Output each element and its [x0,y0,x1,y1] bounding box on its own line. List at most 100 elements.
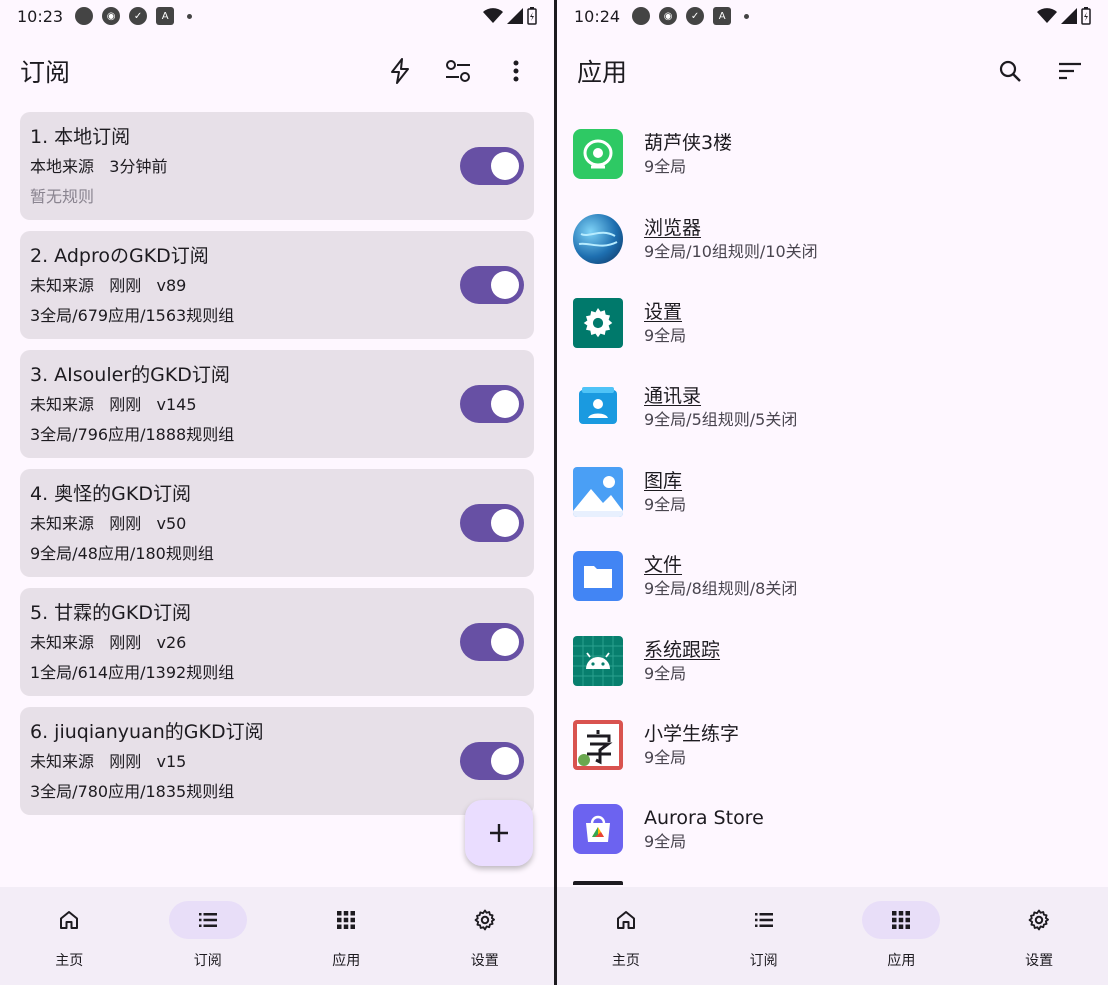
app-list-item[interactable]: 图库 9全局 [573,450,1108,534]
subscription-list: 1. 本地订阅 本地来源 3分钟前 暂无规则 2. AdproのGKD订阅 未知… [20,112,534,826]
subscription-toggle[interactable] [460,266,524,304]
add-subscription-button[interactable] [465,800,533,866]
notification-check-icon: ✓ [686,7,705,25]
subscription-toggle[interactable] [460,385,524,423]
app-rule-summary: 9全局/8组规则/8关闭 [644,579,798,599]
partial-app-icon [573,880,623,885]
status-bar: 10:23 ◉ ✓ A [0,0,554,32]
subscription-card[interactable]: 6. jiuqianyuan的GKD订阅 未知来源 刚刚 v15 3全局/780… [20,707,534,815]
filter-settings-button[interactable] [440,53,476,89]
subscriptions-screen: 10:23 ◉ ✓ A 订阅 1. 本地订阅 本地来源 3分钟前 暂无规则 2.… [0,0,554,985]
toggle-knob [491,747,519,775]
wifi-icon [1037,8,1057,23]
app-name: 图库 [644,469,683,492]
subscription-card[interactable]: 1. 本地订阅 本地来源 3分钟前 暂无规则 [20,112,534,220]
gear-icon [473,908,497,932]
app-list-item[interactable]: 浏览器 9全局/10组规则/10关闭 [573,196,1108,280]
nav-item-apps[interactable]: 应用 [833,887,971,985]
more-options-button[interactable] [498,53,534,89]
notification-circle-icon [632,7,651,25]
nav-item-home[interactable]: 主页 [0,887,139,985]
app-list-item[interactable]: 系统跟踪 9全局 [573,618,1108,702]
status-time: 10:24 [574,6,621,26]
wifi-icon [483,8,503,23]
app-name: 小学生练字 [644,722,740,745]
nav-label: 应用 [887,953,916,969]
subscription-name: 1. 本地订阅 [30,126,131,148]
app-rule-summary: 9全局 [644,832,687,852]
contacts-icon [573,382,623,432]
app-list-item[interactable]: 文件 9全局/8组规则/8关闭 [573,534,1108,618]
subscription-stats: 3全局/679应用/1563规则组 [30,306,235,325]
nav-item-subscriptions[interactable]: 订阅 [695,887,833,985]
toggle-knob [491,152,519,180]
bottom-navigation: 主页 订阅 应用 设置 [0,887,554,985]
app-name: 文件 [644,554,683,577]
search-button[interactable] [992,53,1028,89]
app-name: 通讯录 [644,385,702,408]
more-notifications-dot [744,13,750,19]
signal-icon [507,8,523,24]
apps-grid-icon [334,908,358,932]
sort-button[interactable] [1052,53,1088,89]
subscription-meta: 本地来源 3分钟前 [30,157,168,176]
notification-a-icon: A [156,7,175,25]
nav-label: 订阅 [193,953,222,969]
more-vert-icon [513,60,519,82]
subscription-name: 3. AIsouler的GKD订阅 [30,364,230,386]
subscription-toggle[interactable] [460,742,524,780]
flash-icon [391,58,409,84]
subscription-meta: 未知来源 刚刚 v26 [30,633,187,652]
nav-item-home[interactable]: 主页 [557,887,695,985]
subscription-card[interactable]: 4. 奥怪的GKD订阅 未知来源 刚刚 v50 9全局/48应用/180规则组 [20,469,534,577]
subscription-card[interactable]: 2. AdproのGKD订阅 未知来源 刚刚 v89 3全局/679应用/156… [20,231,534,339]
app-name: 系统跟踪 [644,638,721,661]
subscription-card[interactable]: 5. 甘霖的GKD订阅 未知来源 刚刚 v26 1全局/614应用/1392规则… [20,588,534,696]
apps-screen: 10:24 ◉ ✓ A 应用 葫芦侠3楼 9全局 浏览器 9全局/10组规则/1… [554,0,1108,985]
globe-icon [573,213,623,264]
settings-gear-icon [573,297,623,348]
app-rule-summary: 9全局/10组规则/10关闭 [644,241,818,261]
notification-circle-icon [75,7,94,25]
nav-item-subscriptions[interactable]: 订阅 [139,887,278,985]
app-rule-summary: 9全局 [644,325,687,345]
app-rule-summary: 9全局/5组规则/5关闭 [644,410,798,430]
toggle-knob [491,390,519,418]
notification-check-icon: ✓ [129,7,148,25]
subscription-stats: 1全局/614应用/1392规则组 [30,663,235,682]
subscription-toggle[interactable] [460,147,524,185]
subscription-stats: 3全局/796应用/1888规则组 [30,425,235,444]
nav-label: 主页 [611,953,640,969]
toggle-knob [491,628,519,656]
notification-a-icon: A [713,7,732,25]
app-name: Aurora Store [644,807,764,830]
gear-icon [1027,908,1051,932]
app-list-item[interactable]: 设置 9全局 [573,281,1108,365]
zi-character-icon [573,719,623,770]
app-name: 设置 [644,300,683,323]
app-list-item[interactable]: 通讯录 9全局/5组规则/5关闭 [573,365,1108,449]
subscription-stats: 暂无规则 [30,187,95,206]
app-list-item[interactable]: 小学生练字 9全局 [573,703,1108,787]
nav-item-settings[interactable]: 设置 [416,887,555,985]
status-time: 10:23 [17,6,64,26]
nav-item-settings[interactable]: 设置 [970,887,1108,985]
subscription-card[interactable]: 3. AIsouler的GKD订阅 未知来源 刚刚 v145 3全局/796应用… [20,350,534,458]
app-list-item[interactable]: 葫芦侠3楼 9全局 [573,112,1108,196]
subscription-toggle[interactable] [460,623,524,661]
app-name: 浏览器 [644,216,702,239]
page-title: 订阅 [20,58,71,87]
bottom-navigation: 主页 订阅 应用 设置 [557,887,1108,985]
search-icon [999,60,1021,82]
nav-label: 主页 [55,953,84,969]
battery-icon [1081,7,1091,25]
sort-icon [1059,62,1081,80]
list-icon [196,908,220,932]
nav-label: 应用 [332,953,361,969]
app-list-item[interactable]: Aurora Store 9全局 [573,787,1108,871]
nav-item-apps[interactable]: 应用 [277,887,416,985]
top-app-bar: 订阅 [0,42,554,100]
apps-grid-icon [889,908,913,932]
quick-action-button[interactable] [382,53,418,89]
subscription-toggle[interactable] [460,504,524,542]
